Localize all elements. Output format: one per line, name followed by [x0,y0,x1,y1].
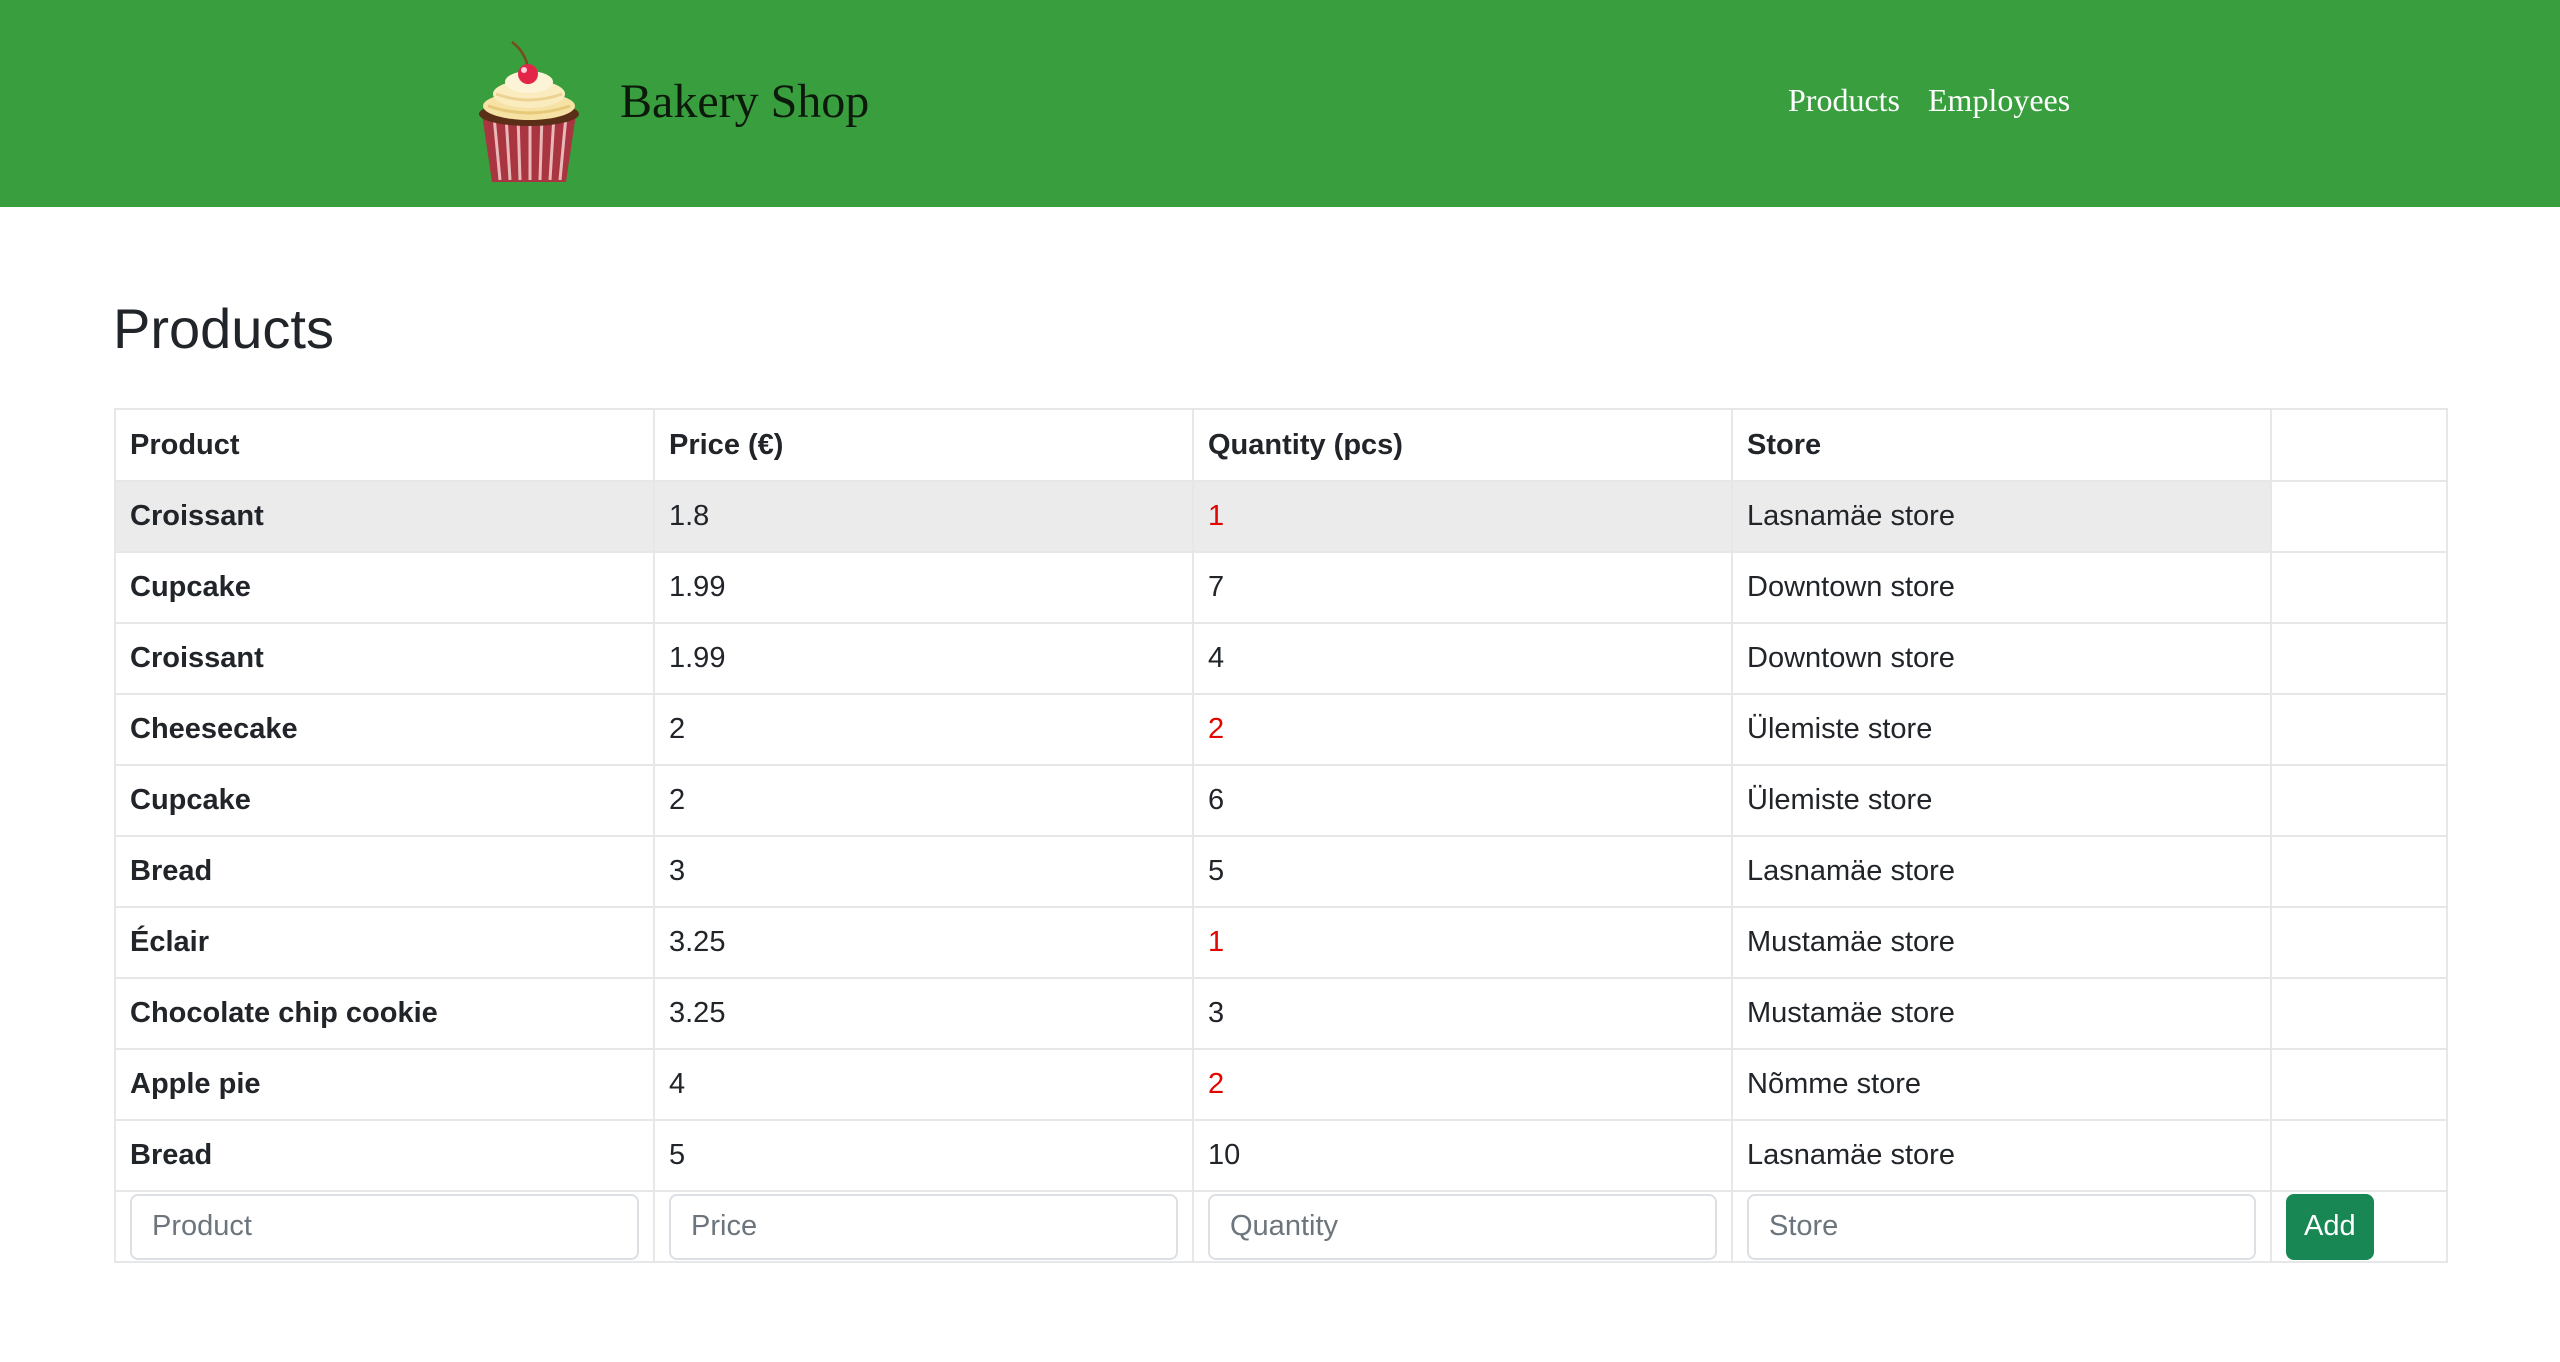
store-cell: Downtown store [1731,551,2272,624]
price-cell: 4 [653,1048,1194,1121]
quantity-cell: 2 [1192,693,1733,766]
add-button-cell: Add [2270,1190,2448,1263]
column-header-store: Store [1731,408,2272,482]
product-name-cell: Chocolate chip cookie [114,977,655,1050]
price-cell: 2 [653,693,1194,766]
price-cell: 1.8 [653,480,1194,553]
actions-cell [2270,906,2448,979]
table-row[interactable]: Croissant 1.8 1 Lasnamäe store [114,480,2448,553]
price-input[interactable] [669,1193,1178,1260]
product-name-cell: Apple pie [114,1048,655,1121]
actions-cell [2270,693,2448,766]
product-name-cell: Cheesecake [114,693,655,766]
store-cell: Ülemiste store [1731,693,2272,766]
top-navbar: Bakery Shop Products Employees [0,0,2560,207]
quantity-cell: 3 [1192,977,1733,1050]
actions-cell [2270,1048,2448,1121]
quantity-cell: 6 [1192,764,1733,837]
table-row[interactable]: Cheesecake 2 2 Ülemiste store [114,693,2448,766]
product-input-cell [114,1190,655,1263]
table-header-row: Product Price (€) Quantity (pcs) Store [114,408,2448,482]
brand-logo[interactable] [476,36,582,186]
store-input[interactable] [1747,1193,2256,1260]
table-row[interactable]: Cupcake 2 6 Ülemiste store [114,764,2448,837]
quantity-cell: 4 [1192,622,1733,695]
nav-link-employees[interactable]: Employees [1928,82,2070,119]
add-button[interactable]: Add [2286,1193,2374,1260]
actions-cell [2270,551,2448,624]
product-name-cell: Bread [114,1119,655,1192]
price-cell: 3 [653,835,1194,908]
quantity-cell: 10 [1192,1119,1733,1192]
price-cell: 1.99 [653,622,1194,695]
quantity-cell: 1 [1192,480,1733,553]
product-name-cell: Éclair [114,906,655,979]
table-row[interactable]: Croissant 1.99 4 Downtown store [114,622,2448,695]
main-nav: Products Employees [1788,82,2070,119]
add-product-form-row: Add [114,1190,2448,1263]
column-header-product: Product [114,408,655,482]
price-cell: 1.99 [653,551,1194,624]
quantity-cell: 1 [1192,906,1733,979]
page-title: Products [113,297,334,360]
price-cell: 3.25 [653,906,1194,979]
actions-cell [2270,835,2448,908]
table-row[interactable]: Bread 3 5 Lasnamäe store [114,835,2448,908]
store-input-cell [1731,1190,2272,1263]
brand-title[interactable]: Bakery Shop [620,74,869,129]
price-cell: 5 [653,1119,1194,1192]
table-row[interactable]: Apple pie 4 2 Nõmme store [114,1048,2448,1121]
cupcake-icon [479,41,579,182]
store-cell: Nõmme store [1731,1048,2272,1121]
actions-cell [2270,1119,2448,1192]
product-input[interactable] [130,1193,639,1260]
nav-link-products[interactable]: Products [1788,82,1900,119]
table-row[interactable]: Bread 5 10 Lasnamäe store [114,1119,2448,1192]
column-header-actions [2270,408,2448,482]
store-cell: Lasnamäe store [1731,480,2272,553]
price-cell: 3.25 [653,977,1194,1050]
store-cell: Ülemiste store [1731,764,2272,837]
product-name-cell: Cupcake [114,764,655,837]
product-name-cell: Croissant [114,480,655,553]
store-cell: Mustamäe store [1731,906,2272,979]
price-cell: 2 [653,764,1194,837]
quantity-input-cell [1192,1190,1733,1263]
table-row[interactable]: Chocolate chip cookie 3.25 3 Mustamäe st… [114,977,2448,1050]
quantity-cell: 7 [1192,551,1733,624]
actions-cell [2270,480,2448,553]
quantity-input[interactable] [1208,1193,1717,1260]
actions-cell [2270,977,2448,1050]
quantity-cell: 2 [1192,1048,1733,1121]
table-row[interactable]: Cupcake 1.99 7 Downtown store [114,551,2448,624]
column-header-price: Price (€) [653,408,1194,482]
table-row[interactable]: Éclair 3.25 1 Mustamäe store [114,906,2448,979]
price-input-cell [653,1190,1194,1263]
product-name-cell: Cupcake [114,551,655,624]
store-cell: Downtown store [1731,622,2272,695]
product-name-cell: Croissant [114,622,655,695]
store-cell: Lasnamäe store [1731,1119,2272,1192]
store-cell: Mustamäe store [1731,977,2272,1050]
store-cell: Lasnamäe store [1731,835,2272,908]
actions-cell [2270,764,2448,837]
actions-cell [2270,622,2448,695]
column-header-quantity: Quantity (pcs) [1192,408,1733,482]
quantity-cell: 5 [1192,835,1733,908]
product-name-cell: Bread [114,835,655,908]
products-table: Product Price (€) Quantity (pcs) Store C… [114,408,2448,1263]
